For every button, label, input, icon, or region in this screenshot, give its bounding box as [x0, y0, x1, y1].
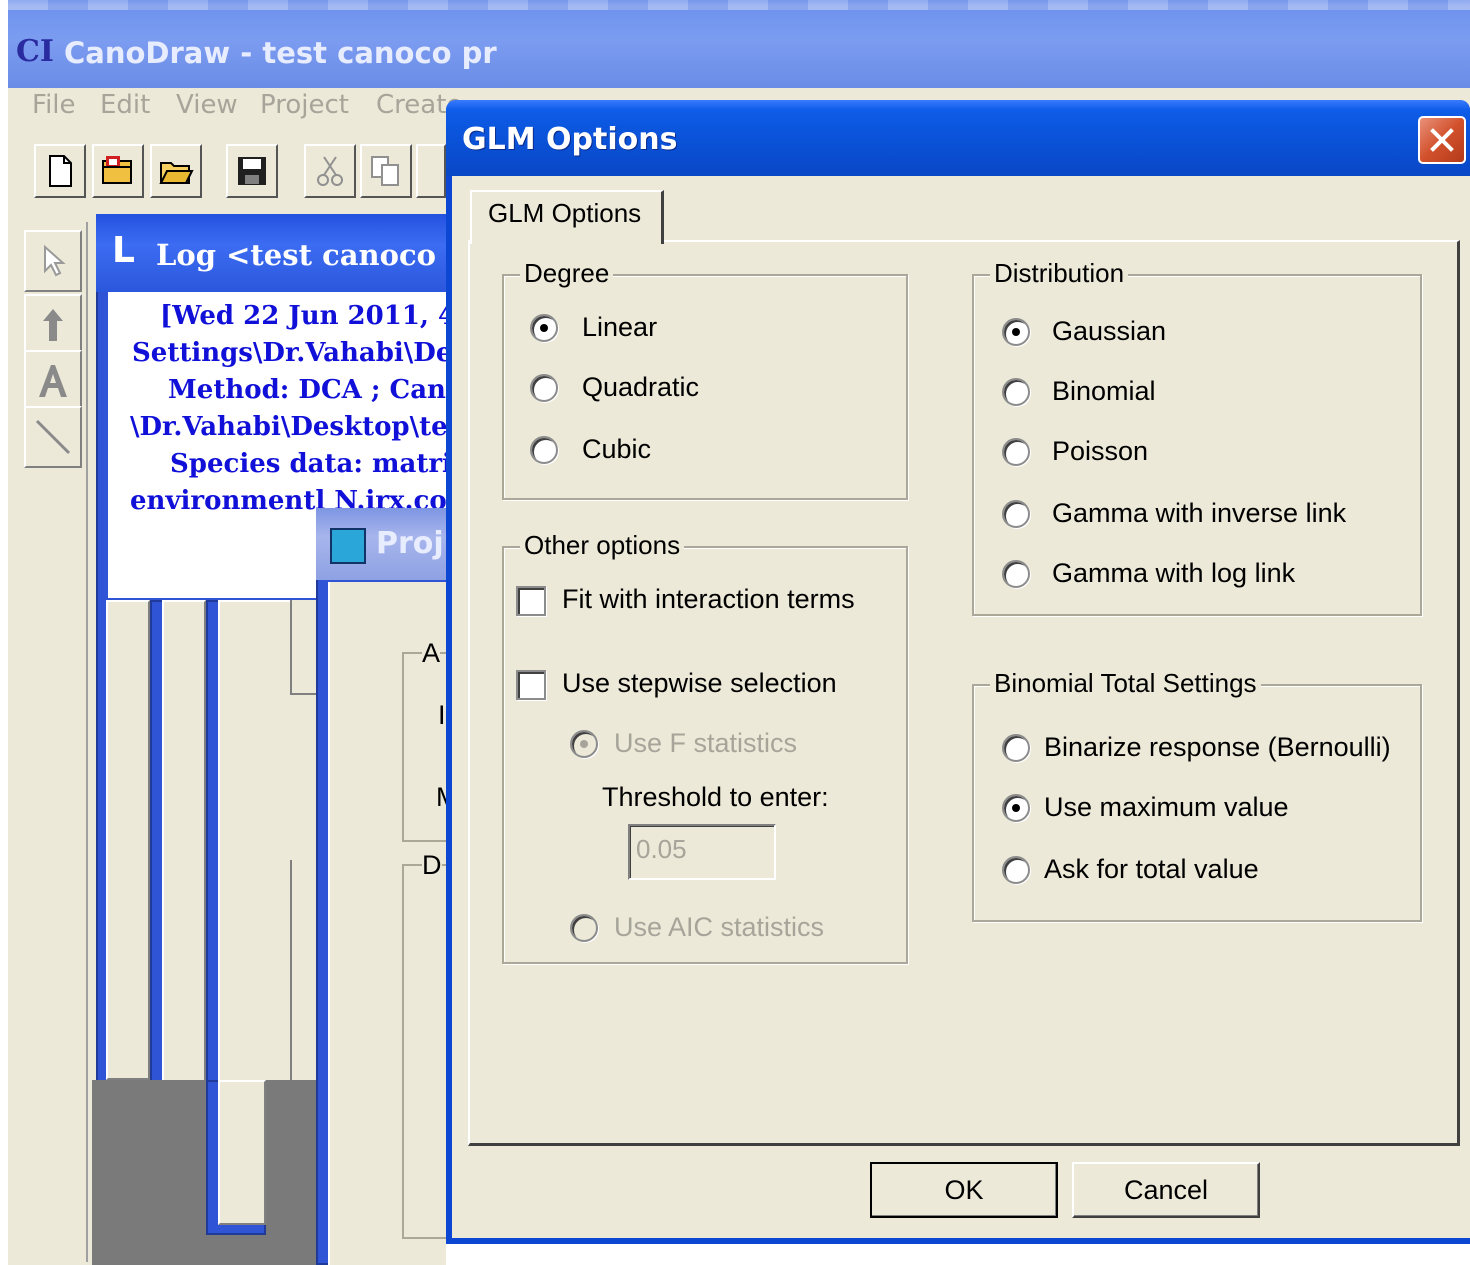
radio-gamma-log-link-label: Gamma with log link: [1052, 558, 1296, 588]
open-project-icon: [102, 156, 132, 184]
log-window-icon: L: [112, 230, 135, 271]
radio-cubic-label: Cubic: [582, 434, 652, 464]
radio-binomial-label: Binomial: [1052, 376, 1156, 406]
arrow-up-icon: [43, 309, 63, 341]
radio-quadratic-label: Quadratic: [582, 372, 700, 402]
copy-button[interactable]: [360, 144, 412, 198]
radio-binarize-response-label: Binarize response (Bernoulli): [1044, 732, 1391, 762]
app-titlebar-strip: [8, 0, 1470, 10]
copy-icon: [371, 156, 399, 186]
radio-poisson-label: Poisson: [1052, 436, 1149, 466]
app-title: CanoDraw - test canoco pr: [64, 36, 497, 70]
radio-binomial[interactable]: [1002, 378, 1030, 406]
stepwise-label: Use stepwise selection: [562, 668, 837, 698]
mdi-window-back-3-lower-body: [218, 1080, 266, 1225]
radio-ask-total-value[interactable]: [1002, 856, 1030, 884]
scissors-icon: [317, 156, 343, 186]
radio-gamma-log-link[interactable]: [1002, 560, 1030, 588]
paste-button[interactable]: [416, 144, 446, 198]
arrow-tool[interactable]: [24, 294, 82, 356]
menu-project[interactable]: Project: [260, 90, 349, 120]
radio-gamma-inverse-link[interactable]: [1002, 500, 1030, 528]
binomial-total-group-title: Binomial Total Settings: [990, 668, 1261, 699]
radio-use-maximum-value-label: Use maximum value: [1044, 792, 1289, 822]
radio-use-aic-statistics[interactable]: [570, 914, 598, 942]
open-folder-button[interactable]: [150, 144, 202, 198]
mdi-window-back-1-body: [106, 600, 150, 1080]
other-options-group-title: Other options: [520, 530, 685, 561]
select-tool[interactable]: [24, 230, 82, 292]
menu-edit[interactable]: Edit: [100, 90, 150, 120]
log-line: [Wed 22 Jun 2011, 4: [160, 301, 457, 331]
fit-interaction-checkbox[interactable]: [516, 586, 546, 616]
radio-gaussian[interactable]: [1002, 318, 1030, 346]
radio-gamma-inverse-link-label: Gamma with inverse link: [1052, 498, 1347, 528]
open-folder-icon: [159, 162, 194, 184]
menu-view[interactable]: View: [176, 90, 238, 120]
radio-quadratic[interactable]: [530, 374, 558, 402]
log-line: \Dr.Vahabi\Desktop\tes: [130, 412, 458, 442]
radio-use-maximum-value[interactable]: [1002, 794, 1030, 822]
project-field-fragment: I: [438, 700, 446, 730]
radio-binarize-response[interactable]: [1002, 734, 1030, 762]
threshold-label: Threshold to enter:: [602, 782, 829, 812]
distribution-group-title: Distribution: [990, 258, 1129, 289]
tab-glm-options-label: GLM Options: [488, 198, 642, 228]
fit-interaction-label: Fit with interaction terms: [562, 584, 855, 614]
radio-cubic[interactable]: [530, 436, 558, 464]
stepwise-checkbox[interactable]: [516, 670, 546, 700]
line-icon: [35, 419, 71, 455]
radio-use-f-statistics-label: Use F statistics: [614, 728, 798, 758]
text-tool[interactable]: [24, 350, 82, 412]
mdi-window-back-2-body: [162, 600, 206, 1155]
radio-poisson[interactable]: [1002, 438, 1030, 466]
menu-file[interactable]: File: [32, 90, 76, 120]
line-tool[interactable]: [24, 406, 82, 468]
radio-ask-total-value-label: Ask for total value: [1044, 854, 1259, 884]
log-line: Settings\Dr.Vahabi\De: [132, 338, 453, 368]
project-group-a-label: A: [422, 638, 441, 669]
table-icon: [330, 528, 366, 564]
log-line: Species data: matrix: [170, 449, 458, 479]
new-file-icon: [49, 155, 72, 187]
cut-button[interactable]: [304, 144, 356, 198]
log-window-title: Log <test canoco p: [156, 238, 467, 272]
radio-use-f-statistics[interactable]: [570, 730, 598, 758]
open-project-button[interactable]: [92, 144, 144, 198]
save-button[interactable]: [226, 144, 278, 198]
pointer-icon: [44, 244, 66, 277]
threshold-input-value: 0.05: [636, 834, 687, 864]
log-line: Method: DCA ; Cano: [168, 375, 458, 405]
radio-use-aic-statistics-label: Use AIC statistics: [614, 912, 825, 942]
ok-button[interactable]: OK: [870, 1162, 1058, 1218]
radio-linear[interactable]: [530, 314, 558, 342]
dialog-title: GLM Options: [462, 122, 678, 157]
project-window-title: Proj: [376, 526, 444, 561]
degree-group-title: Degree: [520, 258, 614, 289]
project-group-d-label: D: [422, 850, 442, 881]
degree-group: [502, 274, 908, 500]
save-icon: [238, 157, 266, 185]
radio-gaussian-label: Gaussian: [1052, 316, 1167, 346]
dialog-bottom-border: [446, 1238, 1470, 1244]
close-button[interactable]: [1418, 116, 1466, 164]
close-icon: [1430, 128, 1454, 152]
new-file-button[interactable]: [34, 144, 86, 198]
text-a-icon: [39, 365, 67, 397]
app-logo: CI: [16, 34, 54, 69]
cancel-button[interactable]: Cancel: [1072, 1162, 1260, 1218]
radio-linear-label: Linear: [582, 312, 658, 342]
